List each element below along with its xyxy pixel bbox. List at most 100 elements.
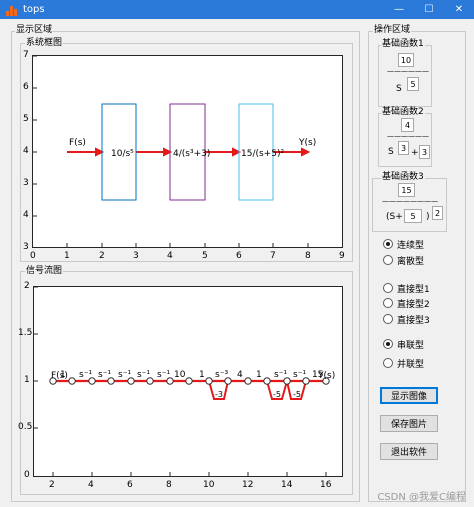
gain-label: 15 bbox=[312, 370, 323, 380]
radio-continuous[interactable]: 连续型 bbox=[383, 238, 424, 251]
system-diagram-label: 系统框图 bbox=[25, 38, 64, 49]
radio-parallel[interactable]: 并联型 bbox=[383, 357, 424, 370]
system-xtick: 5 bbox=[202, 251, 208, 261]
gain-label: s⁻¹ bbox=[274, 370, 287, 380]
block-1-label: 10/s⁵ bbox=[111, 149, 134, 159]
system-xtick: 7 bbox=[270, 251, 276, 261]
flow-xtick: 2 bbox=[49, 480, 55, 490]
radio-series[interactable]: 串联型 bbox=[383, 338, 424, 351]
flow-xtick: 8 bbox=[166, 480, 172, 490]
gain-label: s⁻¹ bbox=[98, 370, 111, 380]
gain-label: 1 bbox=[199, 370, 205, 380]
flow-node bbox=[68, 377, 76, 385]
feedback-label: -3 bbox=[215, 390, 223, 399]
func2-plus: + bbox=[411, 148, 419, 158]
window-title: tops bbox=[23, 4, 45, 15]
exit-button[interactable]: 退出软件 bbox=[380, 443, 438, 460]
flow-xtick: 6 bbox=[127, 480, 133, 490]
func3-power-input[interactable]: 2 bbox=[432, 206, 443, 220]
system-ytick: 4 bbox=[23, 210, 29, 220]
system-diagram-canvas: F(s) Y(s) 10/s⁵ 4/(s³+3) 15/(s+5)² bbox=[33, 56, 316, 247]
func2-s-label: S bbox=[388, 147, 394, 157]
flow-node bbox=[244, 377, 252, 385]
flow-ytick: 0 bbox=[24, 470, 30, 480]
operation-panel-label: 操作区域 bbox=[373, 25, 412, 36]
gain-label: 4 bbox=[237, 370, 243, 380]
flow-xtick: 14 bbox=[281, 480, 293, 490]
system-ytick: 6 bbox=[23, 82, 29, 92]
system-diagram-axes: F(s) Y(s) 10/s⁵ 4/(s³+3) 15/(s+5)² bbox=[32, 55, 343, 248]
function-1-label: 基础函数1 bbox=[381, 39, 425, 50]
gain-label: s⁻¹ bbox=[79, 370, 92, 380]
flow-xtick: 10 bbox=[203, 480, 215, 490]
func1-fraction-line: —————— bbox=[387, 67, 429, 75]
input-label: F(s) bbox=[69, 138, 86, 148]
flow-node bbox=[263, 377, 271, 385]
radio-discrete[interactable]: 离散型 bbox=[383, 254, 424, 267]
radio-empty-icon bbox=[383, 283, 393, 293]
flow-ytick: 1 bbox=[24, 375, 30, 385]
system-ytick: 7 bbox=[23, 50, 29, 60]
system-ytick: 3 bbox=[23, 178, 29, 188]
func2-numerator-input[interactable]: 4 bbox=[401, 118, 414, 132]
func2-power-input[interactable]: 3 bbox=[398, 141, 409, 155]
flow-node bbox=[185, 377, 193, 385]
system-xtick: 4 bbox=[167, 251, 173, 261]
flow-xtick: 4 bbox=[88, 480, 94, 490]
radio-direct-2[interactable]: 直接型2 bbox=[383, 297, 430, 310]
system-xtick: 1 bbox=[64, 251, 70, 261]
signal-flow-canvas: F(s) Y(s) 1 s⁻¹ s⁻¹ s⁻¹ s⁻¹ s⁻¹ 10 1 s⁻³… bbox=[34, 287, 335, 476]
matlab-icon bbox=[6, 4, 18, 16]
signal-flow-axes: F(s) Y(s) 1 s⁻¹ s⁻¹ s⁻¹ s⁻¹ s⁻¹ 10 1 s⁻³… bbox=[33, 286, 343, 477]
radio-empty-icon bbox=[383, 255, 393, 265]
func2-fraction-line: —————— bbox=[387, 132, 429, 140]
flow-xtick: 16 bbox=[320, 480, 332, 490]
signal-flow-label: 信号流图 bbox=[25, 266, 64, 277]
feedback-label: -5 bbox=[293, 390, 301, 399]
func3-numerator-input[interactable]: 15 bbox=[398, 183, 415, 197]
watermark: CSDN @我爱C编程 bbox=[377, 492, 466, 503]
radio-empty-icon bbox=[383, 314, 393, 324]
function-3-label: 基础函数3 bbox=[381, 172, 425, 183]
gain-label: s⁻¹ bbox=[157, 370, 170, 380]
func3-open-label: (S+ bbox=[386, 212, 403, 222]
system-xtick: 0 bbox=[30, 251, 36, 261]
func1-numerator-input[interactable]: 10 bbox=[398, 53, 414, 67]
radio-empty-icon bbox=[383, 358, 393, 368]
func3-fraction-line: ———————— bbox=[382, 197, 438, 205]
func3-pole-input[interactable]: 5 bbox=[404, 209, 422, 223]
system-ytick: 3 bbox=[23, 242, 29, 252]
system-xtick: 9 bbox=[339, 251, 345, 261]
gain-label: s⁻³ bbox=[215, 370, 228, 380]
flow-ytick: 0.5 bbox=[18, 422, 33, 432]
system-ytick: 5 bbox=[23, 114, 29, 124]
system-ytick: 4 bbox=[23, 146, 29, 156]
display-panel-label: 显示区域 bbox=[15, 25, 54, 36]
flow-ytick: 1.5 bbox=[18, 328, 33, 338]
func3-close-label: ) bbox=[426, 212, 430, 222]
minimize-button[interactable]: — bbox=[384, 0, 414, 19]
flow-ytick: 2 bbox=[24, 281, 30, 291]
flow-xtick: 12 bbox=[242, 480, 254, 490]
gain-label: 1 bbox=[256, 370, 262, 380]
save-image-button[interactable]: 保存图片 bbox=[380, 415, 438, 432]
radio-direct-1[interactable]: 直接型1 bbox=[383, 282, 430, 295]
block-2-label: 4/(s³+3) bbox=[173, 149, 210, 159]
system-xtick: 8 bbox=[305, 251, 311, 261]
close-button[interactable]: ✕ bbox=[444, 0, 474, 19]
maximize-button[interactable]: ☐ bbox=[414, 0, 444, 19]
radio-empty-icon bbox=[383, 298, 393, 308]
system-xtick: 3 bbox=[133, 251, 139, 261]
system-xtick: 2 bbox=[99, 251, 105, 261]
gain-label: 10 bbox=[174, 370, 186, 380]
feedback-label: -5 bbox=[273, 390, 281, 399]
output-label: Y(s) bbox=[298, 138, 316, 148]
gain-label: s⁻¹ bbox=[137, 370, 150, 380]
radio-direct-3[interactable]: 直接型3 bbox=[383, 313, 430, 326]
system-xtick: 6 bbox=[236, 251, 242, 261]
function-2-label: 基础函数2 bbox=[381, 107, 425, 118]
gain-label: s⁻¹ bbox=[293, 370, 306, 380]
show-image-button[interactable]: 显示图像 bbox=[380, 387, 438, 404]
func2-constant-input[interactable]: 3 bbox=[419, 145, 430, 159]
func1-power-input[interactable]: 5 bbox=[407, 77, 419, 91]
